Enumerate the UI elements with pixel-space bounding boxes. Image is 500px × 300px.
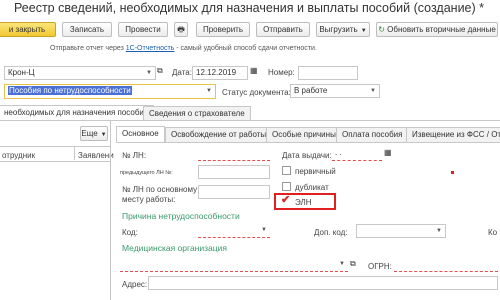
tab-main[interactable]: Основное bbox=[116, 126, 165, 142]
prev-ln-field[interactable] bbox=[198, 165, 270, 179]
code-label: Код: bbox=[122, 228, 138, 237]
printer-icon: 🖶 bbox=[177, 25, 185, 34]
chevron-down-icon: ▼ bbox=[360, 28, 367, 34]
open-organization-icon[interactable]: ⧉ bbox=[157, 66, 163, 76]
calendar-icon[interactable]: ▦ bbox=[384, 148, 392, 157]
address-label: Адрес: bbox=[122, 280, 148, 289]
date-label: Дата: bbox=[172, 68, 192, 77]
primary-checkbox[interactable] bbox=[282, 166, 291, 175]
window-title: Реестр сведений, необходимых для назначе… bbox=[14, 1, 485, 15]
ln-number-field[interactable] bbox=[198, 147, 270, 161]
refresh-secondary-data-button[interactable]: ↻ Обновить вторичные данные bbox=[376, 22, 498, 37]
k-label: Ко bbox=[488, 228, 498, 237]
prev-ln-label: предыдущего ЛН №: bbox=[120, 170, 173, 176]
tab-work-release[interactable]: Освобождение от работы bbox=[165, 127, 273, 142]
primary-label: первичный bbox=[295, 167, 336, 176]
number-label: Номер: bbox=[268, 68, 295, 77]
column-header-top bbox=[0, 146, 110, 147]
column-separator bbox=[74, 146, 75, 160]
post-button[interactable]: Провести bbox=[118, 22, 168, 37]
chevron-down-icon: ▼ bbox=[100, 132, 107, 138]
date-field[interactable]: 12.12.2019 bbox=[192, 66, 248, 80]
tab-fss-notice[interactable]: Извещение из ФСС / Отка bbox=[406, 127, 500, 142]
cause-section-title: Причина нетрудоспособности bbox=[122, 211, 240, 221]
chevron-down-icon: ▼ bbox=[339, 261, 345, 267]
main-ln-label-line1: № ЛН по основному bbox=[122, 185, 198, 194]
document-type-field[interactable]: Пособия по нетрудоспособности ▼ bbox=[4, 84, 216, 99]
send-button[interactable]: Отправить bbox=[256, 22, 310, 37]
issue-date-field[interactable]: . . bbox=[332, 147, 382, 161]
column-header-bottom bbox=[0, 161, 110, 162]
checkmark-icon[interactable]: ✔ bbox=[281, 193, 290, 206]
reporting-link[interactable]: 1С-Отчетность bbox=[126, 45, 175, 52]
tab-benefit-payment[interactable]: Оплата пособия bbox=[336, 127, 409, 142]
duplicate-label: дубликат bbox=[295, 183, 329, 192]
issue-date-label: Дата выдачи: bbox=[282, 151, 332, 160]
duplicate-checkbox[interactable] bbox=[282, 182, 291, 191]
tab-insurer-info[interactable]: Сведения о страхователе bbox=[143, 106, 251, 121]
main-ln-field[interactable] bbox=[198, 185, 270, 199]
eln-label: ЭЛН bbox=[295, 198, 312, 207]
organization-field[interactable]: Крон-Ц ▼ bbox=[4, 66, 156, 80]
tab-special-reasons[interactable]: Особые причины bbox=[266, 127, 342, 142]
refresh-icon: ↻ bbox=[378, 25, 385, 34]
chevron-down-icon: ▼ bbox=[261, 227, 267, 233]
med-org-section-title: Медицинская организация bbox=[122, 243, 227, 253]
inner-tabs-divider bbox=[116, 142, 500, 143]
ln-number-label: № ЛН: bbox=[122, 151, 147, 160]
chevron-down-icon: ▼ bbox=[370, 88, 376, 94]
print-button[interactable]: 🖶 bbox=[174, 22, 188, 37]
med-org-field[interactable]: ▼ bbox=[120, 258, 348, 272]
chevron-down-icon: ▼ bbox=[206, 88, 212, 94]
panel-separator bbox=[110, 121, 111, 300]
ogrn-field[interactable] bbox=[394, 258, 498, 272]
more-button[interactable]: Еще ▼ bbox=[80, 126, 108, 141]
status-label: Статус документа: bbox=[222, 88, 291, 97]
number-field[interactable] bbox=[298, 66, 358, 80]
extra-code-field[interactable]: ▼ bbox=[356, 224, 446, 238]
open-med-org-icon[interactable]: ⧉ bbox=[350, 259, 356, 269]
chevron-down-icon: ▼ bbox=[436, 228, 442, 234]
calendar-icon[interactable]: ▦ bbox=[250, 66, 258, 75]
main-ln-label-line2: месту работы: bbox=[122, 195, 176, 204]
chevron-down-icon: ▼ bbox=[146, 70, 152, 76]
tabs-divider bbox=[0, 120, 500, 121]
address-field[interactable] bbox=[148, 276, 498, 290]
post-and-close-button[interactable]: и закрыть bbox=[0, 22, 56, 37]
red-marker bbox=[451, 171, 454, 174]
column-header-employee: отрудник bbox=[2, 151, 36, 160]
extra-code-label: Доп. код: bbox=[314, 228, 348, 237]
ogrn-label: ОГРН: bbox=[368, 262, 392, 271]
save-button[interactable]: Записать bbox=[62, 22, 112, 37]
code-field[interactable]: ▼ bbox=[198, 224, 270, 238]
tab-benefit-data[interactable]: необходимых для назначения пособия bbox=[0, 105, 155, 121]
reporting-hint: Отправьте отчет через 1С-Отчетность - са… bbox=[50, 45, 317, 52]
check-button[interactable]: Проверить bbox=[196, 22, 250, 37]
status-field[interactable]: В работе ▼ bbox=[290, 84, 380, 98]
upload-dropdown-button[interactable]: Выгрузить ▼ bbox=[316, 22, 370, 37]
column-header-application: Заявлени bbox=[78, 151, 114, 160]
